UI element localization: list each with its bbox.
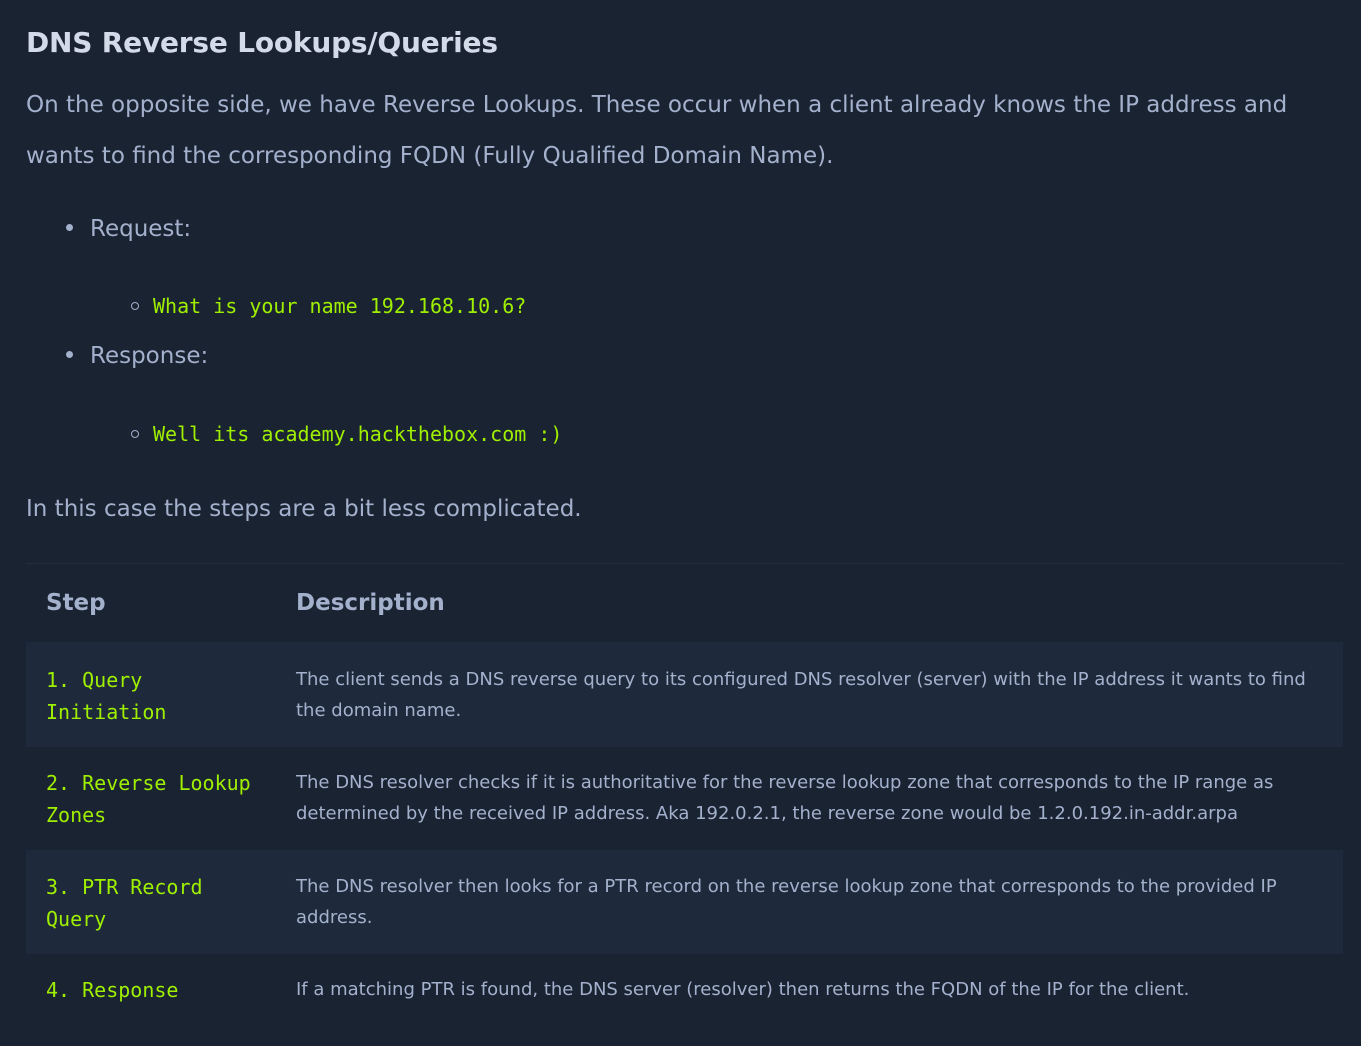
step-cell: 4. Response (46, 978, 179, 1002)
sub-bullet-request-code: What is your name 192.168.10.6? (131, 294, 526, 318)
bullet-request: Request: (66, 216, 191, 242)
sub-bullet-response-code: Well its academy.hackthebox.com :) (131, 422, 562, 446)
step-cell: 2. Reverse Lookup Zones (46, 771, 251, 827)
article-content: DNS Reverse Lookups/Queries On the oppos… (0, 0, 1361, 1046)
table-row: 4. Response If a matching PTR is found, … (26, 954, 1343, 1034)
table-row: 3. PTR Record Query The DNS resolver the… (26, 850, 1343, 954)
note-paragraph: In this case the steps are a bit less co… (26, 496, 582, 522)
description-cell: If a matching PTR is found, the DNS serv… (296, 979, 1190, 1000)
inline-code: What is your name 192.168.10.6? (153, 294, 527, 318)
sub-bullet-ring-icon (131, 429, 139, 438)
description-cell: The DNS resolver then looks for a PTR re… (296, 876, 1277, 928)
description-cell: The client sends a DNS reverse query to … (296, 669, 1306, 721)
header-description: Description (296, 590, 445, 616)
sub-bullet-ring-icon (131, 301, 139, 310)
header-step: Step (46, 590, 106, 616)
step-cell: 1. Query Initiation (46, 668, 167, 724)
table-row: 2. Reverse Lookup Zones The DNS resolver… (26, 747, 1343, 850)
inline-code: Well its academy.hackthebox.com :) (153, 422, 563, 446)
table-header-row: Step Description (26, 564, 1343, 642)
intro-paragraph: On the opposite side, we have Reverse Lo… (26, 92, 1288, 169)
bullet-dot-icon (66, 351, 73, 358)
bullet-label: Response: (90, 343, 209, 369)
description-cell: The DNS resolver checks if it is authori… (296, 772, 1274, 824)
bullet-response: Response: (66, 343, 208, 369)
step-cell: 3. PTR Record Query (46, 875, 203, 931)
section-heading: DNS Reverse Lookups/Queries (26, 26, 498, 59)
bullet-label: Request: (90, 216, 192, 242)
table-row: 1. Query Initiation The client sends a D… (26, 642, 1343, 747)
steps-table: Step Description 1. Query Initiation The… (26, 563, 1343, 1034)
bullet-dot-icon (66, 224, 73, 231)
